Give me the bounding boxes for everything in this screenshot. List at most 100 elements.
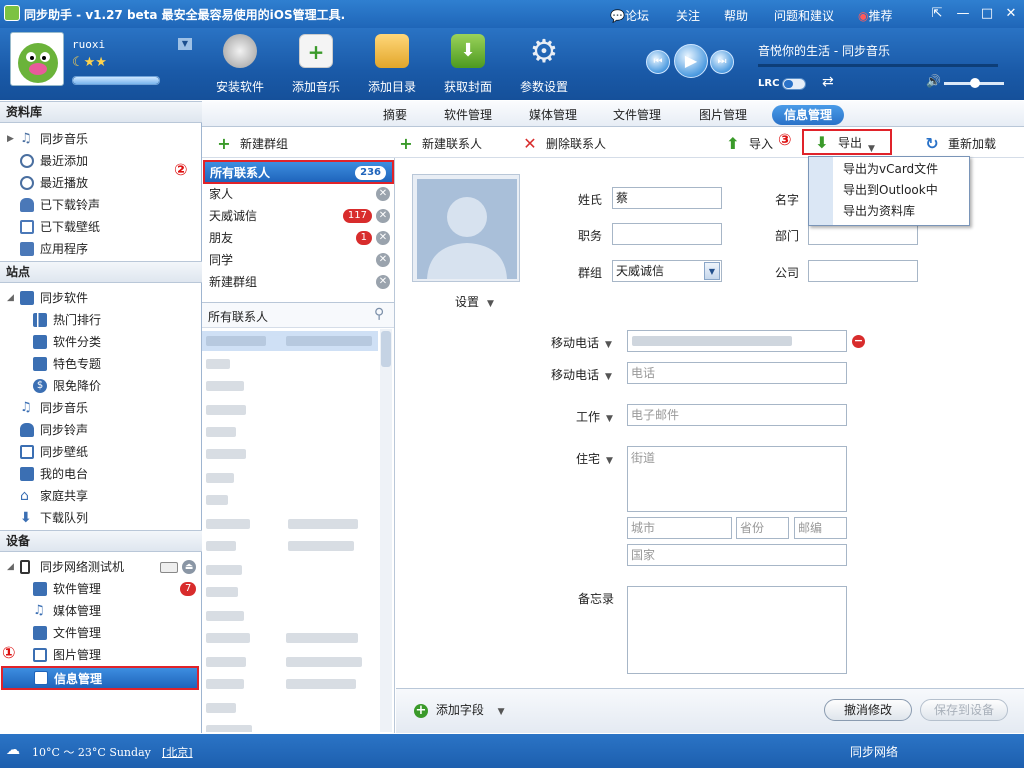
export-button[interactable]: ⬇ 导出 ▼: [802, 129, 892, 155]
delete-group-icon[interactable]: ✕: [376, 187, 390, 201]
department-field[interactable]: [808, 223, 918, 245]
group-all-contacts[interactable]: 所有联系人 236: [203, 160, 394, 184]
sidebar-item-device[interactable]: ◢ 同步网络测试机 ⏏: [0, 556, 200, 578]
sidebar-item-file-management[interactable]: 文件管理: [0, 622, 200, 644]
user-menu-dropdown-icon[interactable]: ▼: [178, 38, 192, 50]
photo-settings-button[interactable]: 设置 ▼: [455, 293, 494, 310]
sidebar-item-sync-wallpapers[interactable]: 同步壁纸: [0, 441, 200, 463]
play-button-icon[interactable]: ▶: [674, 44, 708, 78]
add-folder-button[interactable]: 添加目录: [357, 34, 427, 98]
export-outlook-item[interactable]: 导出到Outlook中: [843, 180, 938, 200]
group-new-group[interactable]: 新建群组 ✕: [206, 271, 392, 293]
mobile-label-2[interactable]: 移动电话 ▼: [551, 366, 612, 383]
sidebar-item-featured[interactable]: 特色专题: [0, 353, 200, 375]
sidebar-item-info-management[interactable]: 信息管理: [1, 666, 199, 690]
contact-photo[interactable]: [412, 174, 520, 282]
shuffle-icon[interactable]: ⇄: [822, 74, 834, 90]
search-icon[interactable]: ⚲: [374, 306, 384, 322]
sidebar-item-sync-software[interactable]: ◢ 同步软件: [0, 287, 200, 309]
volume-icon[interactable]: 🔊: [926, 74, 941, 88]
sidebar-item-sync-music[interactable]: ▶ ♫ 同步音乐: [0, 128, 200, 150]
export-vcard-item[interactable]: 导出为vCard文件: [843, 159, 938, 179]
cancel-changes-button[interactable]: 撤消修改: [824, 699, 912, 721]
new-group-button[interactable]: + 新建群组: [216, 134, 296, 154]
delete-contact-button[interactable]: ✕ 删除联系人: [522, 134, 612, 154]
sidebar-item-recently-played[interactable]: 最近播放: [0, 172, 200, 194]
tab-software[interactable]: 软件管理: [444, 105, 492, 125]
job-title-field[interactable]: [612, 223, 722, 245]
save-to-device-button[interactable]: 保存到设备: [920, 699, 1008, 721]
group-tianwei[interactable]: 天威诚信 117 ✕: [206, 205, 392, 227]
track-progress-bar[interactable]: [758, 64, 998, 67]
contacts-list[interactable]: [202, 329, 394, 732]
follow-link[interactable]: 关注: [676, 7, 700, 24]
sidebar-item-categories[interactable]: 软件分类: [0, 331, 200, 353]
sidebar-item-media-management[interactable]: ♫ 媒体管理: [0, 600, 200, 622]
lrc-toggle[interactable]: [782, 78, 806, 90]
sidebar-item-downloaded-wallpapers[interactable]: 已下载壁纸: [0, 216, 200, 238]
mobile-phone-field-1[interactable]: [627, 330, 847, 352]
tab-photos[interactable]: 图片管理: [699, 105, 747, 125]
sidebar-item-sync-ringtones[interactable]: 同步铃声: [0, 419, 200, 441]
mini-mode-icon[interactable]: ⇱: [926, 5, 948, 23]
minimize-icon[interactable]: —: [952, 5, 974, 23]
province-field[interactable]: 省份: [736, 517, 789, 539]
sidebar-item-home-sharing[interactable]: ⌂ 家庭共享: [0, 485, 200, 507]
export-library-item[interactable]: 导出为资料库: [843, 201, 915, 221]
sidebar-item-applications[interactable]: 应用程序: [0, 238, 200, 260]
notes-field[interactable]: [627, 586, 847, 674]
group-select[interactable]: 天威诚信 ▼: [612, 260, 722, 282]
sidebar-item-software-management[interactable]: 软件管理 7: [0, 578, 200, 600]
tab-media[interactable]: 媒体管理: [529, 105, 577, 125]
import-button[interactable]: ⬆ 导入: [725, 134, 775, 154]
reload-button[interactable]: ↻ 重新加载: [924, 134, 1014, 154]
surname-field[interactable]: 蔡: [612, 187, 722, 209]
tab-files[interactable]: 文件管理: [613, 105, 661, 125]
group-friends[interactable]: 朋友 1 ✕: [206, 227, 392, 249]
settings-button[interactable]: ⚙ 参数设置: [509, 34, 579, 98]
delete-group-icon[interactable]: ✕: [376, 209, 390, 223]
forum-link[interactable]: 💬论坛: [610, 7, 649, 24]
sidebar-item-recently-added[interactable]: 最近添加: [0, 150, 200, 172]
group-family[interactable]: 家人 ✕: [206, 183, 392, 205]
sidebar-item-my-radio[interactable]: 我的电台: [0, 463, 200, 485]
country-field[interactable]: 国家: [627, 544, 847, 566]
sidebar-item-free-discount[interactable]: $ 限免降价: [0, 375, 200, 397]
user-avatar[interactable]: [10, 32, 64, 86]
zip-field[interactable]: 邮编: [794, 517, 847, 539]
next-track-icon[interactable]: ⏭: [710, 50, 734, 74]
home-label[interactable]: 住宅 ▼: [576, 450, 613, 467]
volume-slider[interactable]: [944, 78, 1004, 88]
sidebar-item-hot-ranking[interactable]: 热门排行: [0, 309, 200, 331]
sidebar-item-downloaded-ringtones[interactable]: 已下载铃声: [0, 194, 200, 216]
close-icon[interactable]: ✕: [1000, 5, 1022, 23]
company-field[interactable]: [808, 260, 918, 282]
sidebar-item-download-queue[interactable]: ⬇ 下载队列: [0, 507, 200, 529]
phone-field[interactable]: 电话: [627, 362, 847, 384]
city-field[interactable]: 城市: [627, 517, 732, 539]
street-field[interactable]: 街道: [627, 446, 847, 512]
sidebar-item-site-sync-music[interactable]: ♫ 同步音乐: [0, 397, 200, 419]
city-link[interactable]: [北京]: [162, 744, 193, 760]
remove-field-icon[interactable]: −: [852, 335, 865, 348]
contacts-scrollbar[interactable]: [380, 329, 392, 732]
install-app-button[interactable]: 安装软件: [205, 34, 275, 98]
sidebar-item-photo-management[interactable]: ① 图片管理: [0, 643, 200, 666]
eject-icon[interactable]: ⏏: [182, 560, 196, 574]
tab-summary[interactable]: 摘要: [383, 105, 407, 125]
delete-group-icon[interactable]: ✕: [376, 231, 390, 245]
help-link[interactable]: 帮助: [724, 7, 748, 24]
recommend-link[interactable]: ◉推荐: [858, 7, 893, 24]
delete-group-icon[interactable]: ✕: [376, 253, 390, 267]
work-label[interactable]: 工作 ▼: [576, 408, 613, 425]
get-cover-button[interactable]: ⬇ 获取封面: [433, 34, 503, 98]
new-contact-button[interactable]: + 新建联系人: [398, 134, 488, 154]
tab-info[interactable]: 信息管理: [772, 105, 845, 125]
email-field[interactable]: 电子邮件: [627, 404, 847, 426]
add-field-button[interactable]: + 添加字段 ▼: [414, 701, 505, 718]
delete-group-icon[interactable]: ✕: [376, 275, 390, 289]
mobile-label-1[interactable]: 移动电话 ▼: [551, 334, 612, 351]
add-music-button[interactable]: + 添加音乐: [281, 34, 351, 98]
maximize-icon[interactable]: □: [976, 5, 998, 23]
feedback-link[interactable]: 问题和建议: [774, 7, 834, 24]
